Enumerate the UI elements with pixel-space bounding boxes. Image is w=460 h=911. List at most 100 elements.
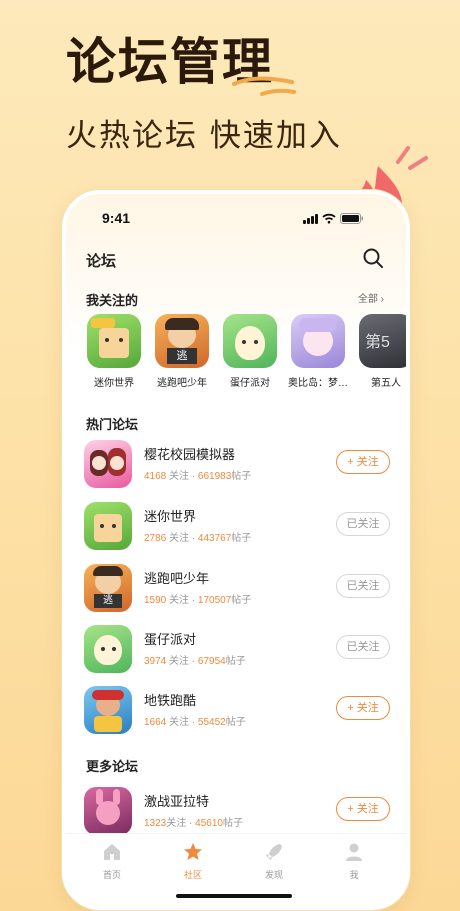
tab-community[interactable]: 社区: [163, 842, 223, 881]
forum-name: 激战亚拉特: [144, 794, 210, 809]
home-indicator[interactable]: [176, 894, 292, 898]
tab-label: 发现: [264, 870, 283, 880]
profile-icon: [346, 843, 362, 861]
tab-label: 社区: [183, 870, 202, 880]
home-icon: [104, 844, 120, 860]
signal-icon: [303, 214, 318, 224]
follow-count: 2786: [144, 533, 167, 544]
follow-count: 3974: [144, 656, 167, 667]
follow-count: 1590: [144, 595, 167, 606]
phone-frame: 9:41 论坛 我 关注的 全部 › 迷你世界 逃 逃跑吧少年 蛋仔派对 奥比岛：…: [62, 190, 410, 910]
post-label: 帖子: [231, 595, 252, 606]
post-count: 45610: [195, 818, 223, 829]
post-count: 67954: [197, 656, 226, 667]
rocket-icon: [266, 844, 282, 860]
followed-section-title: 我关注的: [86, 293, 139, 308]
followed-item-mini-world[interactable]: 迷你世界: [83, 314, 145, 389]
tab-discover[interactable]: 发现: [244, 842, 304, 881]
swoosh-decoration: [232, 76, 296, 96]
system-icons: [303, 213, 364, 224]
followed-button[interactable]: 已关注: [336, 635, 390, 659]
post-count: 443767: [197, 533, 232, 544]
forum-stats: 1323关注 · 45610帖子: [144, 818, 243, 829]
forum-row-alata[interactable]: 激战亚拉特 1323关注 · 45610帖子 + 关注: [84, 787, 390, 837]
community-icon: [184, 843, 202, 860]
more-section-title: 更多论坛: [86, 759, 139, 774]
follow-count: 4168: [144, 471, 167, 482]
followed-button[interactable]: 已关注: [336, 574, 390, 598]
tab-label: 我: [349, 870, 359, 880]
forum-row-escape-boy[interactable]: 逃 逃跑吧少年 1590 关注 · 170507帖子 已关注: [84, 564, 390, 614]
followed-button[interactable]: 已关注: [336, 512, 390, 536]
forum-name: 迷你世界: [144, 509, 197, 524]
post-count: 55452: [197, 717, 226, 728]
hot-section-title: 热门论坛: [86, 417, 139, 432]
follow-label: 关注: [169, 656, 190, 667]
see-all-label: 全部: [357, 294, 378, 305]
search-icon[interactable]: [362, 247, 384, 269]
followed-list: 迷你世界 逃 逃跑吧少年 蛋仔派对 奥比岛：梦… 第5 第五人: [83, 314, 406, 389]
mini-world-game-icon: [87, 314, 141, 368]
forum-name: 樱花校园模拟器: [144, 447, 236, 462]
see-all-link[interactable]: 全部 ›: [358, 290, 384, 305]
followed-item-label: 第五人: [371, 378, 401, 389]
escape-boy-game-icon: 逃: [84, 564, 132, 612]
page-title: 论坛: [86, 253, 117, 270]
alata-game-icon: [84, 787, 132, 835]
follow-count: 1323: [144, 818, 167, 829]
post-label: 帖子: [222, 818, 243, 829]
forum-row-mini-world[interactable]: 迷你世界 2786 关注 · 443767帖子 已关注: [84, 502, 390, 552]
wifi-icon: [322, 213, 336, 224]
status-bar: 9:41: [66, 210, 406, 230]
post-label: 帖子: [225, 717, 246, 728]
tab-home[interactable]: 首页: [82, 842, 142, 881]
post-count: 661983: [197, 471, 232, 482]
follow-label: 关注: [169, 471, 190, 482]
promo-subtitle: 火热论坛 快速加入: [66, 118, 342, 154]
followed-item-eggy-party[interactable]: 蛋仔派对: [219, 314, 281, 389]
eggy-party-game-icon: [223, 314, 277, 368]
followed-item-label: 奥比岛：梦…: [288, 378, 348, 389]
followed-item-identity-v[interactable]: 第5 第五人: [355, 314, 406, 389]
followed-item-label: 迷你世界: [94, 378, 134, 389]
forum-name: 蛋仔派对: [144, 632, 197, 647]
follow-count: 1664: [144, 717, 167, 728]
forum-name: 逃跑吧少年: [144, 571, 210, 586]
forum-name: 地铁跑酷: [144, 693, 197, 708]
forum-stats: 4168 关注 · 661983帖子: [144, 471, 252, 482]
sakura-school-game-icon: [84, 440, 132, 488]
followed-item-obi-island[interactable]: 奥比岛：梦…: [287, 314, 349, 389]
post-label: 帖子: [225, 656, 246, 667]
forum-row-subway-surfers[interactable]: 地铁跑酷 1664 关注 · 55452帖子 + 关注: [84, 686, 390, 736]
follow-label: 关注: [166, 818, 187, 829]
escape-boy-game-icon: 逃: [155, 314, 209, 368]
forum-stats: 1664 关注 · 55452帖子: [144, 717, 246, 728]
followed-item-label: 蛋仔派对: [230, 378, 270, 389]
follow-button[interactable]: + 关注: [336, 450, 390, 474]
follow-button[interactable]: + 关注: [336, 696, 390, 720]
forum-row-sakura[interactable]: 樱花校园模拟器 4168 关注 · 661983帖子 + 关注: [84, 440, 390, 490]
followed-item-label: 逃跑吧少年: [157, 378, 207, 389]
identity-v-game-icon: 第5: [359, 314, 406, 368]
obi-island-game-icon: [291, 314, 345, 368]
app-screen: 9:41 论坛 我 关注的 全部 › 迷你世界 逃 逃跑吧少年 蛋仔派对 奥比岛：…: [66, 194, 406, 906]
status-time: 9:41: [102, 210, 131, 226]
eggy-party-game-icon: [84, 625, 132, 673]
follow-button[interactable]: + 关注: [336, 797, 390, 821]
tab-bar: 首页 社区 发现 我: [66, 833, 406, 906]
post-label: 帖子: [231, 471, 252, 482]
subway-surfers-game-icon: [84, 686, 132, 734]
follow-label: 关注: [169, 533, 190, 544]
post-count: 170507: [197, 595, 232, 606]
tab-label: 首页: [102, 870, 121, 880]
follow-label: 关注: [169, 717, 190, 728]
forum-row-eggy-party[interactable]: 蛋仔派对 3974 关注 · 67954帖子 已关注: [84, 625, 390, 675]
tab-profile[interactable]: 我: [324, 842, 384, 881]
follow-label: 关注: [169, 595, 190, 606]
forum-stats: 3974 关注 · 67954帖子: [144, 656, 246, 667]
post-label: 帖子: [231, 533, 252, 544]
mini-world-game-icon: [84, 502, 132, 550]
chevron-right-icon: ›: [380, 294, 384, 305]
forum-stats: 1590 关注 · 170507帖子: [144, 595, 252, 606]
followed-item-escape-boy[interactable]: 逃 逃跑吧少年: [151, 314, 213, 389]
